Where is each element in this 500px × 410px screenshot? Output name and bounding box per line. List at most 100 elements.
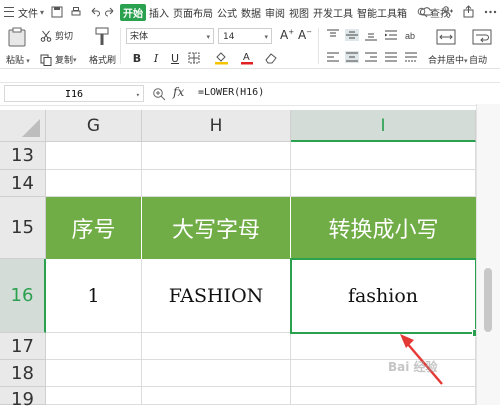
justify-icon[interactable] — [384, 51, 398, 63]
cell-i19[interactable] — [291, 387, 476, 405]
row-header-19[interactable]: 19 — [0, 387, 46, 410]
toolbar-divider — [318, 28, 319, 64]
row-header-13[interactable]: 13 — [0, 142, 46, 170]
align-left-icon[interactable] — [326, 51, 340, 63]
fx-button[interactable]: fx — [173, 85, 184, 99]
paste-button[interactable]: 粘贴 ▾ — [6, 53, 30, 66]
tab-insert[interactable]: 插入 — [149, 5, 169, 20]
cell-i17[interactable] — [291, 333, 476, 360]
cell-i18[interactable] — [291, 360, 476, 387]
row-header-18[interactable]: 18 — [0, 360, 46, 387]
italic-button[interactable]: I — [149, 50, 163, 66]
eraser-icon[interactable] — [264, 51, 278, 65]
svg-text:A: A — [243, 52, 250, 63]
row-header-14[interactable]: 14 — [0, 170, 46, 197]
chevron-down-icon: ▾ — [40, 7, 45, 17]
decrease-font-icon[interactable]: A− — [298, 28, 312, 42]
name-box[interactable]: I16 ▾ — [4, 85, 144, 102]
cell-g15-header[interactable]: 序号 — [46, 197, 142, 259]
cell-h15-header[interactable]: 大写字母 — [142, 197, 291, 259]
distributed-icon[interactable] — [404, 51, 418, 63]
font-name-select[interactable]: 宋体 ▾ — [126, 28, 214, 44]
align-right-icon[interactable] — [364, 51, 378, 63]
menu-icon[interactable] — [4, 7, 14, 17]
format-painter-icon[interactable] — [94, 27, 110, 47]
cell-i14[interactable] — [291, 170, 476, 197]
tab-view[interactable]: 视图 — [289, 5, 309, 20]
collaborate-icon[interactable] — [441, 5, 454, 18]
cell-i15-header[interactable]: 转换成小写 — [291, 197, 476, 259]
tab-review[interactable]: 审阅 — [265, 5, 285, 20]
cell-g16[interactable]: 1 — [46, 259, 142, 333]
indent-icon[interactable] — [384, 29, 398, 41]
share-icon[interactable] — [462, 5, 475, 18]
scrollbar-thumb[interactable] — [484, 268, 492, 332]
cell-h16[interactable]: FASHION — [142, 259, 291, 333]
zoom-icon[interactable] — [152, 87, 166, 101]
chevron-down-icon: ▾ — [206, 33, 210, 41]
tab-page-layout[interactable]: 页面布局 — [173, 5, 213, 20]
row-header-15[interactable]: 15 — [0, 197, 46, 259]
wrap-text-icon[interactable] — [472, 27, 492, 47]
merge-center-icon[interactable] — [436, 27, 456, 47]
tab-data[interactable]: 数据 — [241, 5, 261, 20]
menu-bar: 文件 ▾ 开始 插入 页面布局 公式 数据 审阅 视图 开发工具 智能工具箱 查找 — [0, 0, 500, 24]
align-center-icon[interactable] — [345, 51, 359, 63]
cell-g18[interactable] — [46, 360, 142, 387]
undo-icon[interactable] — [89, 6, 101, 18]
column-header-i[interactable]: I — [291, 110, 476, 142]
cell-i13[interactable] — [291, 142, 476, 170]
format-painter-button[interactable]: 格式刷 — [89, 53, 116, 66]
paste-icon[interactable] — [8, 27, 26, 47]
fill-color-icon[interactable] — [214, 51, 230, 65]
formula-bar: I16 ▾ fx =LOWER(H16) — [0, 82, 500, 106]
save-icon[interactable] — [51, 6, 63, 18]
border-icon[interactable] — [188, 52, 202, 64]
font-name-value: 宋体 — [130, 32, 149, 42]
column-header-h[interactable]: H — [142, 110, 291, 142]
cut-button[interactable]: 剪切 — [40, 29, 73, 42]
select-all-corner[interactable] — [0, 110, 46, 142]
column-header-g[interactable]: G — [46, 110, 142, 142]
text-direction-icon[interactable]: ab — [404, 29, 418, 41]
font-size-select[interactable]: 14 ▾ — [218, 28, 272, 44]
cell-h17[interactable] — [142, 333, 291, 360]
tab-home[interactable]: 开始 — [120, 3, 147, 21]
font-size-value: 14 — [223, 32, 235, 42]
font-color-icon[interactable]: A — [240, 51, 254, 65]
cell-h14[interactable] — [142, 170, 291, 197]
print-icon[interactable] — [70, 6, 82, 18]
align-top-icon[interactable] — [326, 29, 340, 41]
select-all-triangle-icon — [22, 119, 40, 137]
cell-h13[interactable] — [142, 142, 291, 170]
file-menu[interactable]: 文件 ▾ — [18, 5, 44, 20]
cloud-icon[interactable] — [420, 5, 433, 18]
cell-g19[interactable] — [46, 387, 142, 405]
vertical-scrollbar[interactable] — [476, 104, 500, 405]
cell-reference: I16 — [64, 89, 84, 100]
tab-developer[interactable]: 开发工具 — [313, 5, 353, 20]
cell-h19[interactable] — [142, 387, 291, 405]
copy-button[interactable]: 复制 ▾ — [40, 53, 77, 66]
align-bottom-icon[interactable] — [364, 29, 378, 41]
align-middle-icon[interactable] — [345, 29, 359, 41]
merge-center-button[interactable]: 合并居中▾ — [428, 53, 468, 66]
cell-g17[interactable] — [46, 333, 142, 360]
cell-g13[interactable] — [46, 142, 142, 170]
formula-input[interactable]: =LOWER(H16) — [198, 87, 264, 98]
tab-smart-toolbox[interactable]: 智能工具箱 — [357, 5, 407, 20]
cell-h18[interactable] — [142, 360, 291, 387]
row-header-17[interactable]: 17 — [0, 333, 46, 360]
row-header-16[interactable]: 16 — [0, 259, 46, 333]
more-icon[interactable] — [484, 5, 497, 18]
bold-button[interactable]: B — [130, 50, 144, 66]
ribbon-toolbar: 粘贴 ▾ 剪切 复制 ▾ 格式刷 宋体 ▾ 14 ▾ A+ A− B I U A… — [0, 24, 500, 69]
svg-text:ab: ab — [405, 31, 415, 41]
scissors-icon — [40, 30, 52, 42]
cell-g14[interactable] — [46, 170, 142, 197]
tab-formulas[interactable]: 公式 — [217, 5, 237, 20]
wrap-text-button[interactable]: 自动 — [469, 53, 487, 66]
redo-icon[interactable] — [104, 6, 116, 18]
underline-button[interactable]: U — [168, 50, 182, 66]
increase-font-icon[interactable]: A+ — [280, 28, 294, 42]
